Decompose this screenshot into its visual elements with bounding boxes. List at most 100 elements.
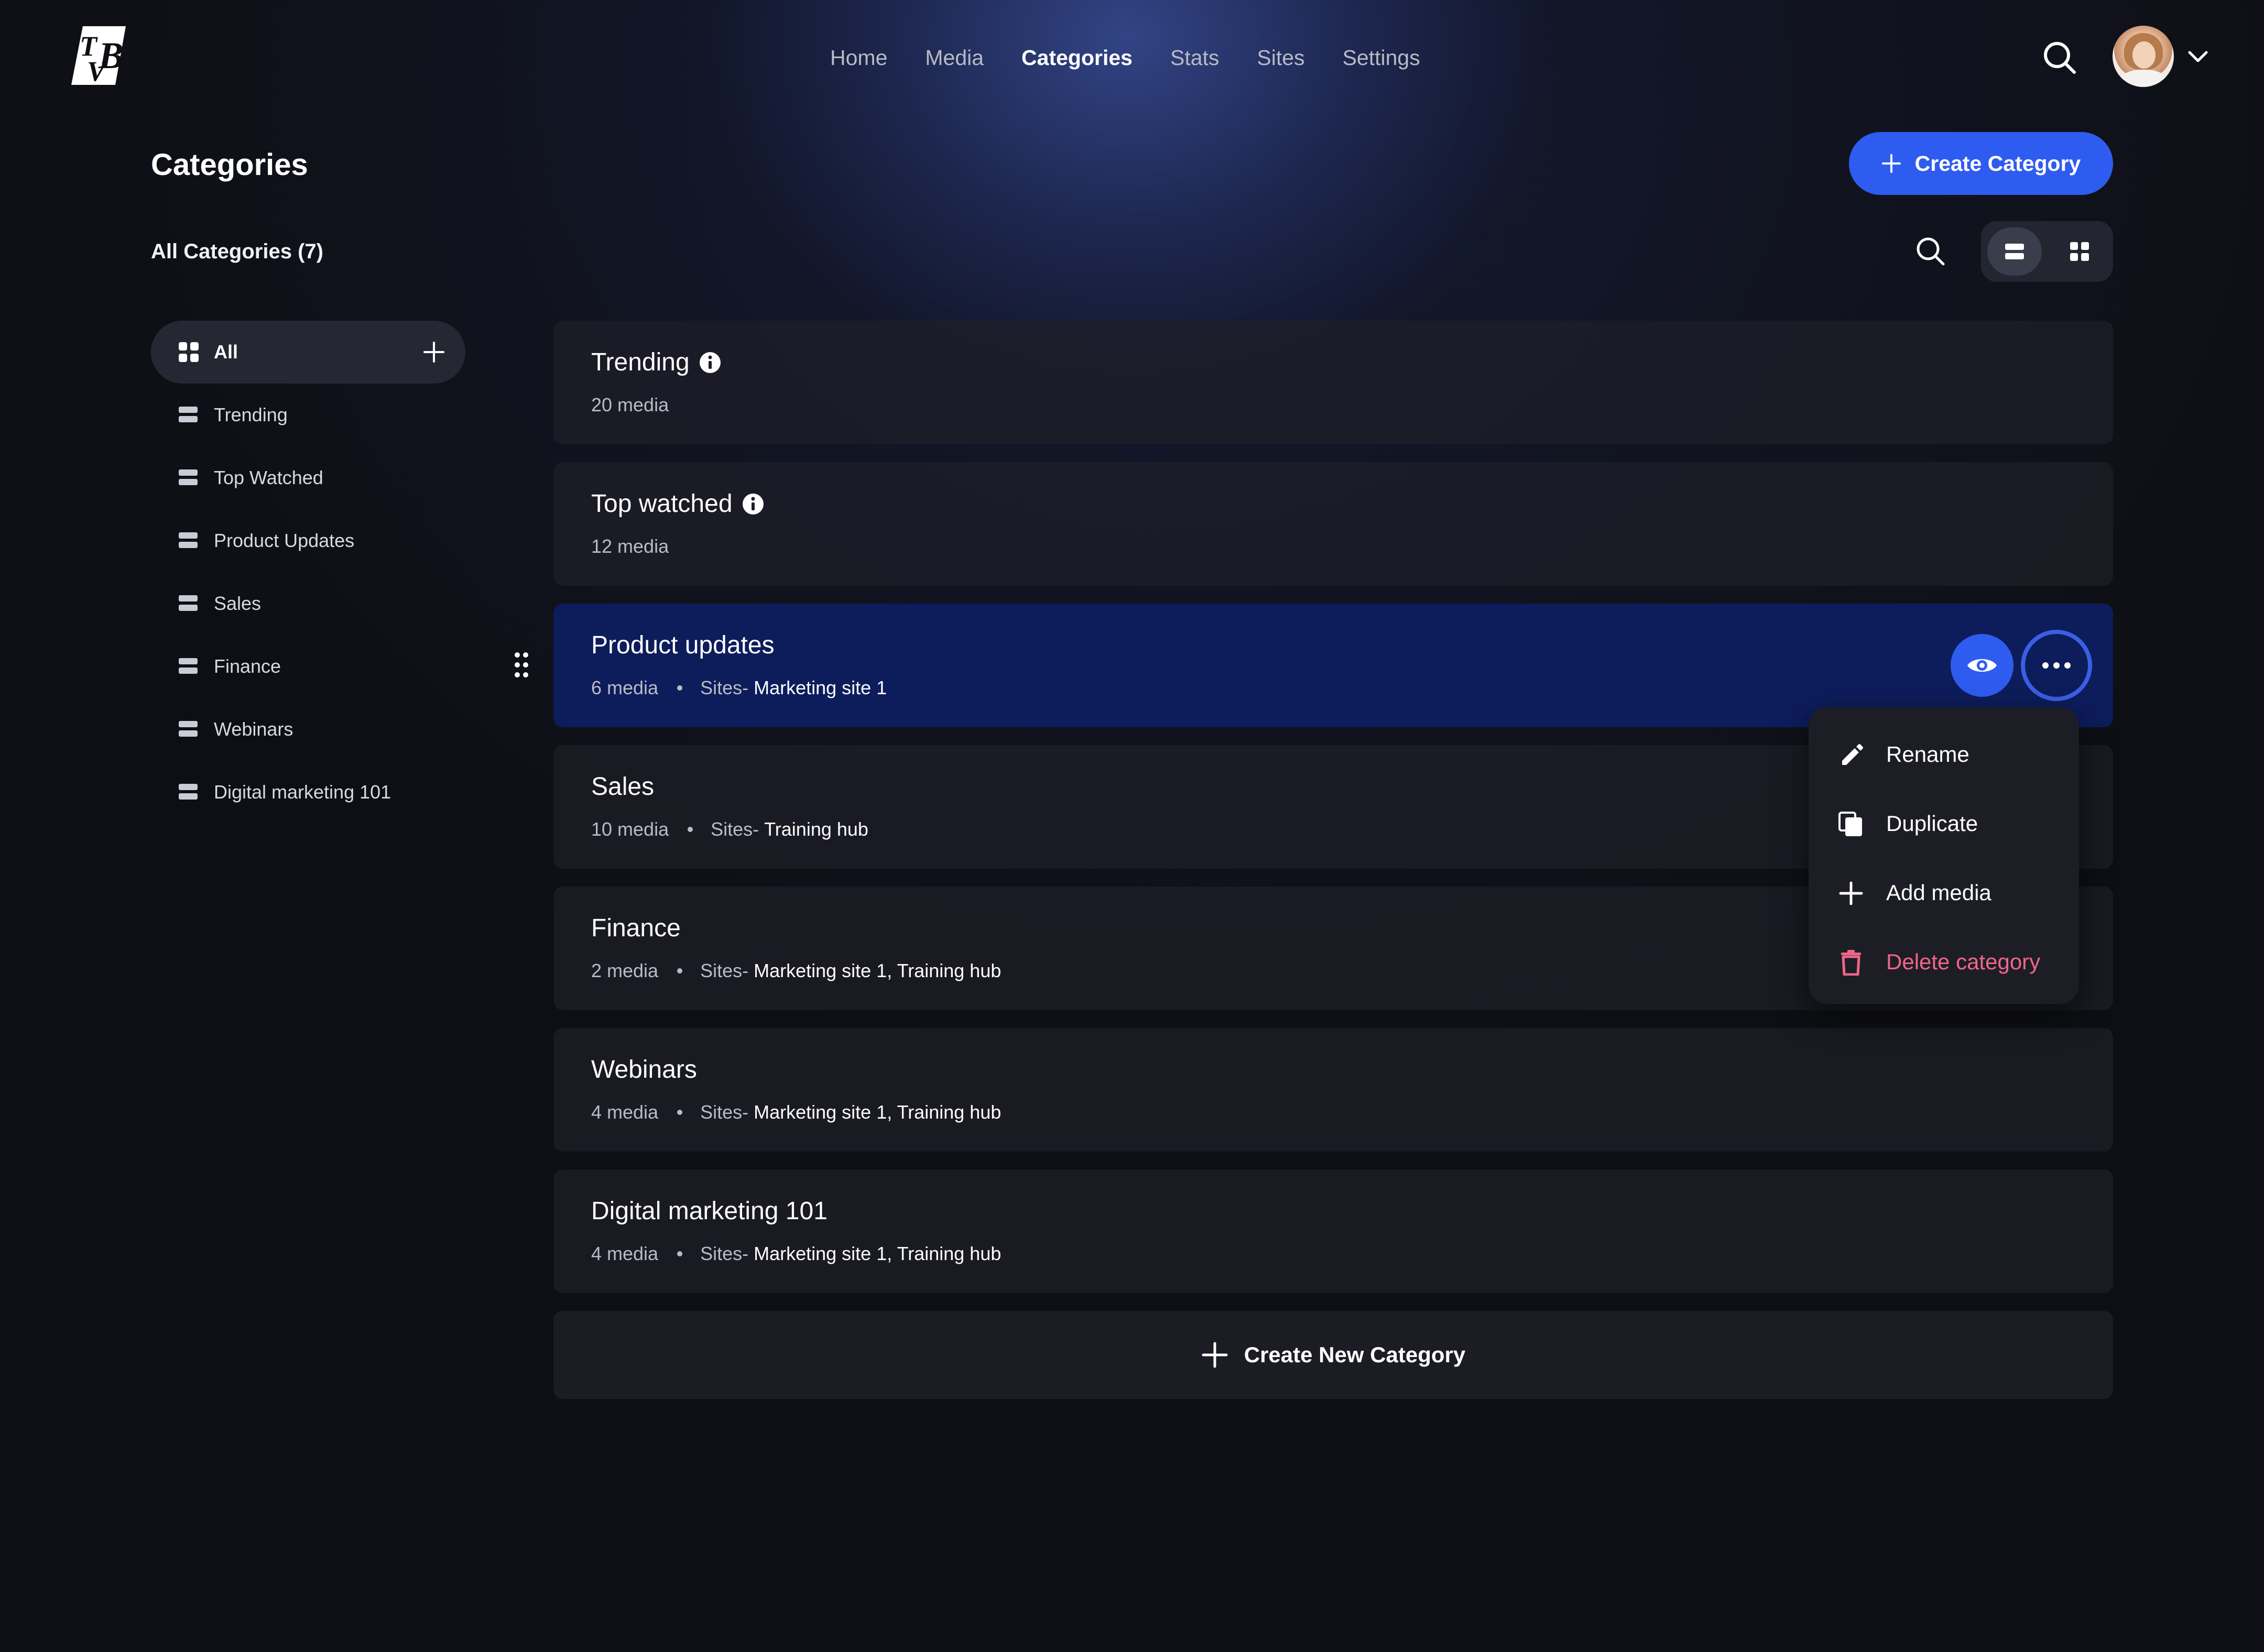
category-title: Finance bbox=[591, 914, 681, 942]
nav-settings[interactable]: Settings bbox=[1343, 42, 1420, 73]
separator-dot bbox=[677, 1251, 683, 1256]
sidebar-item-product-updates[interactable]: Product Updates bbox=[151, 509, 465, 572]
preview-button[interactable] bbox=[1951, 634, 2013, 697]
chevron-down-icon[interactable] bbox=[2185, 46, 2211, 67]
media-count: 4 media bbox=[591, 1243, 659, 1264]
category-card-trending[interactable]: Trending 20 media bbox=[553, 321, 2113, 444]
list-view-button[interactable] bbox=[1987, 227, 2042, 276]
create-new-category-label: Create New Category bbox=[1244, 1342, 1466, 1367]
category-title: Trending bbox=[591, 348, 690, 376]
plus-icon bbox=[1881, 154, 1901, 173]
create-category-button[interactable]: Create Category bbox=[1849, 132, 2113, 195]
more-options-button[interactable] bbox=[2021, 630, 2092, 701]
sites-value: Marketing site 1, Training hub bbox=[754, 960, 1002, 981]
sidebar-item-label: Top Watched bbox=[214, 467, 323, 488]
menu-item-label: Add media bbox=[1886, 880, 1991, 905]
grid-icon bbox=[179, 342, 199, 362]
sites-label: Sites- bbox=[700, 1101, 749, 1123]
sites-label: Sites- bbox=[700, 677, 749, 698]
sidebar-item-digital-marketing-101[interactable]: Digital marketing 101 bbox=[151, 761, 465, 824]
svg-text:B: B bbox=[98, 35, 124, 76]
separator-dot bbox=[688, 827, 693, 832]
sidebar-item-label: Trending bbox=[214, 404, 288, 425]
separator-dot bbox=[677, 968, 683, 973]
category-list-icon bbox=[179, 721, 198, 737]
media-count: 20 media bbox=[591, 394, 669, 415]
category-card-digital-marketing-101[interactable]: Digital marketing 101 4 media Sites- Mar… bbox=[553, 1169, 2113, 1293]
category-title: Sales bbox=[591, 773, 655, 801]
category-list-icon bbox=[179, 532, 198, 548]
media-count: 2 media bbox=[591, 960, 659, 981]
menu-item-label: Delete category bbox=[1886, 949, 2041, 974]
media-count: 6 media bbox=[591, 677, 659, 698]
nav-categories[interactable]: Categories bbox=[1021, 42, 1133, 73]
grid-view-icon bbox=[2070, 242, 2089, 261]
info-icon[interactable] bbox=[699, 352, 721, 374]
separator-dot bbox=[677, 685, 683, 691]
all-categories-count: All Categories (7) bbox=[151, 240, 323, 263]
sites-value: Training hub bbox=[764, 818, 868, 840]
sidebar-item-trending[interactable]: Trending bbox=[151, 384, 465, 446]
info-icon[interactable] bbox=[742, 493, 764, 515]
app-page: T V B Home Media Categories Stats Sites … bbox=[0, 0, 2264, 1652]
duplicate-icon bbox=[1838, 812, 1862, 836]
nav-stats[interactable]: Stats bbox=[1170, 42, 1219, 73]
sidebar-item-label: Digital marketing 101 bbox=[214, 781, 391, 803]
separator-dot bbox=[677, 1110, 683, 1115]
media-count: 12 media bbox=[591, 535, 669, 557]
category-card-top-watched[interactable]: Top watched 12 media bbox=[553, 462, 2113, 586]
category-list-icon bbox=[179, 595, 198, 611]
add-category-icon[interactable] bbox=[421, 340, 447, 365]
grid-view-button[interactable] bbox=[2052, 227, 2107, 276]
category-title: Digital marketing 101 bbox=[591, 1197, 828, 1225]
category-sidebar: All Trending Top Watched Product Updates… bbox=[151, 321, 465, 824]
sidebar-item-label: Webinars bbox=[214, 718, 293, 740]
sites-value: Marketing site 1, Training hub bbox=[754, 1243, 1002, 1264]
view-toggle bbox=[1981, 221, 2113, 282]
menu-item-label: Duplicate bbox=[1886, 811, 1978, 836]
list-view-icon bbox=[2005, 244, 2024, 259]
nav-home[interactable]: Home bbox=[830, 42, 887, 73]
sidebar-item-webinars[interactable]: Webinars bbox=[151, 698, 465, 761]
menu-item-rename[interactable]: Rename bbox=[1809, 719, 2079, 788]
sidebar-item-all[interactable]: All bbox=[151, 321, 465, 384]
plus-icon bbox=[1839, 881, 1863, 905]
category-list-icon bbox=[179, 658, 198, 674]
drag-handle-icon[interactable] bbox=[514, 652, 529, 678]
pencil-icon bbox=[1842, 744, 1863, 765]
media-count: 4 media bbox=[591, 1101, 659, 1123]
sidebar-item-label: Finance bbox=[214, 655, 281, 677]
sidebar-item-sales[interactable]: Sales bbox=[151, 572, 465, 635]
sites-label: Sites- bbox=[700, 960, 749, 981]
category-title: Product updates bbox=[591, 631, 775, 659]
search-icon[interactable] bbox=[1914, 235, 1946, 267]
menu-item-duplicate[interactable]: Duplicate bbox=[1809, 788, 2079, 857]
search-icon[interactable] bbox=[2041, 39, 2078, 76]
avatar[interactable] bbox=[2113, 26, 2174, 87]
category-card-webinars[interactable]: Webinars 4 media Sites- Marketing site 1… bbox=[553, 1028, 2113, 1152]
menu-item-label: Rename bbox=[1886, 742, 1969, 767]
create-category-label: Create Category bbox=[1914, 151, 2081, 176]
create-new-category-button[interactable]: Create New Category bbox=[553, 1311, 2113, 1399]
sidebar-item-top-watched[interactable]: Top Watched bbox=[151, 446, 465, 509]
category-list-icon bbox=[179, 469, 198, 485]
more-horizontal-icon bbox=[2042, 662, 2071, 669]
menu-item-delete-category[interactable]: Delete category bbox=[1809, 926, 2079, 995]
sites-label: Sites- bbox=[711, 818, 759, 840]
sites-value: Marketing site 1 bbox=[754, 677, 887, 698]
category-title: Webinars bbox=[591, 1056, 697, 1084]
page-title: Categories bbox=[151, 148, 308, 182]
category-title: Top watched bbox=[591, 490, 733, 518]
category-list-icon bbox=[179, 784, 198, 800]
sidebar-item-finance[interactable]: Finance bbox=[151, 635, 465, 698]
sidebar-item-label: All bbox=[214, 341, 238, 363]
category-options-menu: Rename Duplicate Add media Delete catego… bbox=[1809, 707, 2079, 1004]
nav-media[interactable]: Media bbox=[925, 42, 984, 73]
logo-icon[interactable]: T V B bbox=[67, 23, 130, 88]
menu-item-add-media[interactable]: Add media bbox=[1809, 857, 2079, 926]
sites-label: Sites- bbox=[700, 1243, 749, 1264]
category-list-icon bbox=[179, 407, 198, 422]
media-count: 10 media bbox=[591, 818, 669, 840]
nav-sites[interactable]: Sites bbox=[1257, 42, 1304, 73]
sidebar-item-label: Product Updates bbox=[214, 530, 355, 551]
